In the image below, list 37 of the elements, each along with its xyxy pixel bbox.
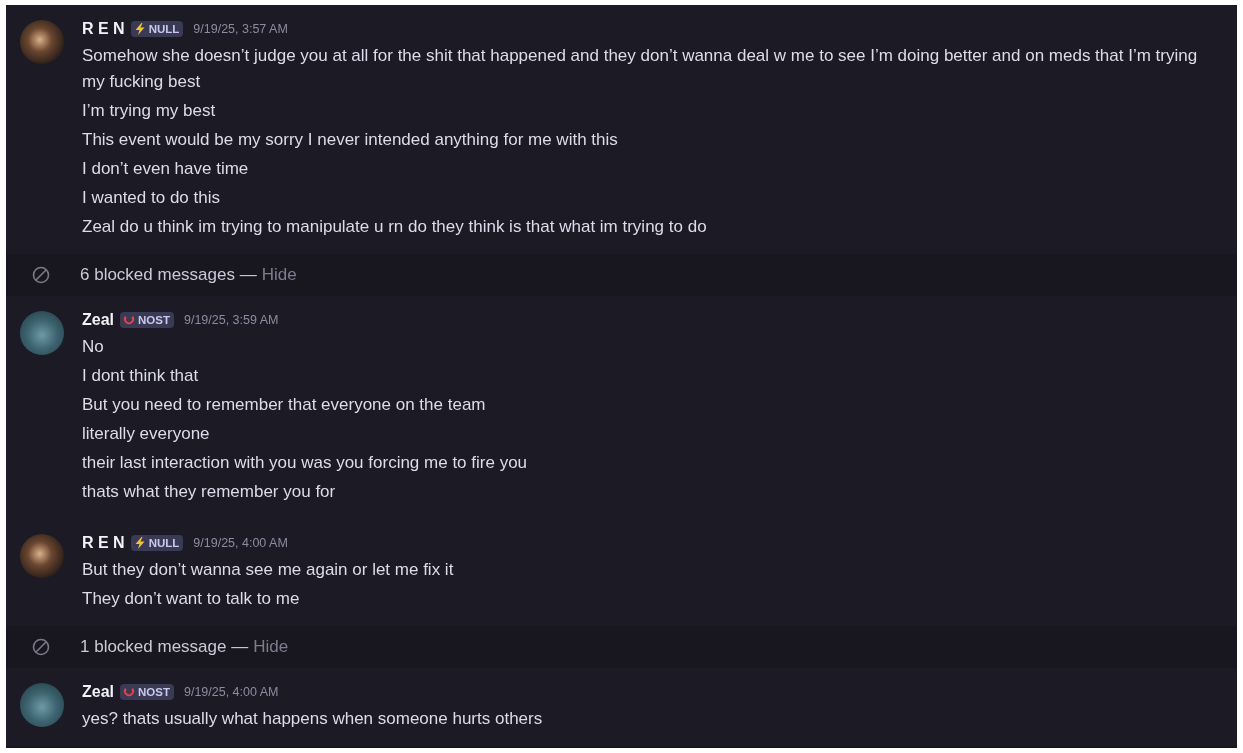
timestamp: 9/19/25, 4:00 AM (183, 685, 279, 699)
tag-badge: NULL (130, 21, 184, 37)
avatar[interactable] (20, 534, 64, 578)
avatar[interactable] (20, 311, 64, 355)
message-text: Zeal do u think im trying to manipulate u rn do they think is that what im trying to do (82, 216, 708, 238)
message-text: thats what they remember you for (82, 481, 337, 503)
blocked-icon (32, 638, 50, 656)
message-text: This event would be my sorry I never intended anything for me with this (82, 129, 619, 151)
blocked-messages-text: 6 blocked messages — (80, 265, 257, 285)
timestamp: 9/19/25, 3:59 AM (183, 313, 279, 327)
message-text: I’m trying my best (82, 100, 217, 122)
message-text: I wanted to do this (82, 187, 221, 209)
timestamp: 9/19/25, 3:57 AM (193, 22, 288, 36)
message-text: I don’t even have time (82, 158, 250, 180)
hide-link[interactable]: Hide (253, 637, 289, 657)
blocked-messages-text: 1 blocked message — (80, 637, 249, 657)
username[interactable]: Zeal (82, 683, 114, 701)
tag-badge: NOST (120, 684, 174, 700)
message-text: But they don’t wanna see me again or let me fix it (82, 559, 455, 581)
username[interactable]: Zeal (82, 311, 114, 329)
tag-badge: NOST (120, 312, 174, 328)
message-text: No (82, 336, 105, 358)
message-text: literally everyone (82, 423, 211, 445)
message-text: I dont think that (82, 365, 200, 387)
avatar[interactable] (20, 683, 64, 727)
message-text: yes? thats usually what happens when someone hurts others (82, 708, 544, 730)
avatar[interactable] (20, 20, 64, 64)
message-text: But you need to remember that everyone on the team (82, 394, 487, 416)
timestamp: 9/19/25, 4:00 AM (193, 536, 288, 550)
username[interactable]: R E N (82, 20, 125, 38)
message-text: They don’t want to talk to me (82, 588, 301, 610)
message-text: their last interaction with you was you forcing me to fire you (82, 452, 529, 474)
hide-link[interactable]: Hide (261, 265, 297, 285)
message-text: Somehow she doesn’t judge you at all for the shit that happened and they don’t wanna deal w me to see I’m doing better and on meds that I’m trying my fucking best (82, 45, 1199, 93)
tag-badge: NULL (130, 535, 184, 551)
username[interactable]: R E N (82, 534, 125, 552)
blocked-icon (32, 266, 50, 284)
